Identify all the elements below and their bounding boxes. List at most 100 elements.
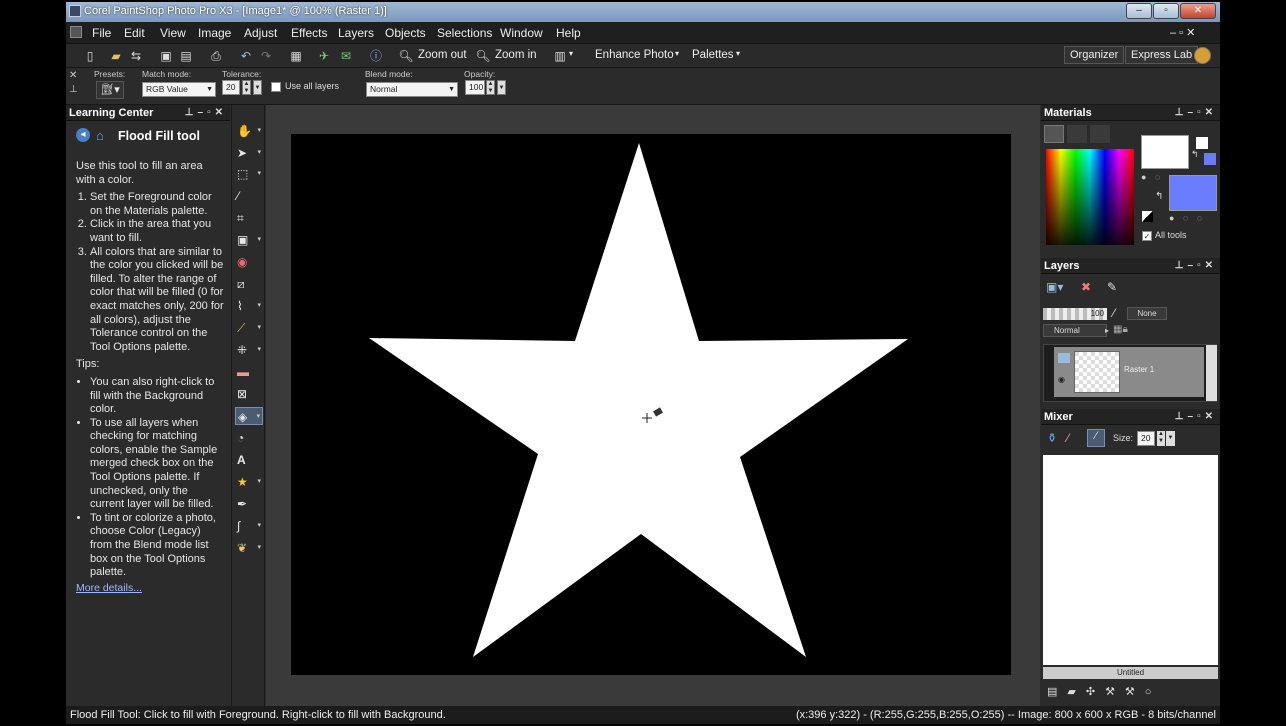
frame-tab-icon[interactable] bbox=[1044, 125, 1064, 143]
warp-brush-icon[interactable]: ∫ ▾ bbox=[235, 517, 263, 535]
menu-objects[interactable]: Objects bbox=[385, 26, 426, 40]
menu-layers[interactable]: Layers bbox=[338, 26, 374, 40]
doc-window-controls[interactable]: – ▫ ✕ bbox=[1170, 26, 1195, 39]
redo-icon[interactable]: ↷ bbox=[258, 48, 274, 64]
mixer-bottom-tools[interactable]: ▤▰✣⚒⚒○ bbox=[1047, 685, 1161, 698]
layer-opacity-input[interactable]: 100 bbox=[1043, 308, 1107, 320]
layer-scrollbar[interactable] bbox=[1206, 345, 1217, 401]
blend-mode-select[interactable]: Normal ▼ bbox=[366, 82, 458, 97]
straighten-tool-icon[interactable]: ▣ ▾ bbox=[235, 231, 263, 249]
eraser-tool-icon[interactable]: ▬ bbox=[235, 363, 263, 381]
smiley-icon[interactable] bbox=[1194, 47, 1211, 64]
paint-brush-tool-icon[interactable]: ⟋ ▾ bbox=[235, 319, 263, 337]
blend-none-select[interactable]: None bbox=[1127, 307, 1167, 320]
menu-adjust[interactable]: Adjust bbox=[244, 26, 277, 40]
opacity-spinner[interactable]: ▲ ▼ bbox=[486, 80, 495, 95]
share-icon[interactable]: ✈ bbox=[316, 48, 332, 64]
layers-controls[interactable]: ⊥–▫✕ bbox=[1175, 260, 1217, 271]
size-input[interactable]: 20 bbox=[1137, 431, 1155, 446]
pin-icon[interactable]: ⊥ bbox=[69, 84, 78, 95]
crop-tool-icon[interactable]: ⌗ bbox=[235, 209, 263, 227]
menu-window[interactable]: Window bbox=[500, 26, 543, 40]
color-changer-icon[interactable]: ◔ bbox=[235, 429, 263, 447]
image-canvas[interactable] bbox=[291, 134, 1011, 675]
enhance-photo-menu[interactable]: Enhance Photo bbox=[595, 49, 674, 61]
all-tools-checkbox[interactable]: ✓ bbox=[1142, 231, 1152, 241]
mixer-controls[interactable]: ⊥–▫✕ bbox=[1175, 411, 1217, 422]
menu-selections[interactable]: Selections bbox=[437, 26, 492, 40]
info-icon[interactable]: ⓘ bbox=[368, 48, 384, 64]
background-eraser-icon[interactable]: ⊠ bbox=[235, 385, 263, 403]
menu-help[interactable]: Help bbox=[556, 26, 581, 40]
makeover-tool-icon[interactable]: ⧄ bbox=[235, 275, 263, 293]
pick-tool-icon[interactable]: ➤ ▾ bbox=[235, 144, 263, 162]
minimize-button[interactable]: – bbox=[1126, 3, 1152, 19]
browse-icon[interactable]: ⇆ bbox=[128, 48, 144, 64]
mixer-paint-icon[interactable]: ⚱ bbox=[1047, 431, 1057, 445]
materials-controls[interactable]: ⊥–▫✕ bbox=[1175, 107, 1217, 118]
use-all-layers-checkbox[interactable] bbox=[271, 82, 281, 92]
close-button[interactable]: ✕ bbox=[1180, 3, 1216, 19]
delete-layer-icon[interactable]: ✖ bbox=[1081, 280, 1091, 294]
zoom-in-button[interactable]: Zoom in bbox=[495, 49, 537, 61]
organizer-button[interactable]: Organizer bbox=[1064, 46, 1125, 64]
open-icon[interactable]: ▰ bbox=[108, 48, 124, 64]
lock-icon[interactable]: ▦🔒︎ bbox=[1113, 324, 1128, 335]
opacity-dropdown[interactable]: ▼ bbox=[497, 80, 506, 95]
zoom-out-button[interactable]: Zoom out bbox=[418, 49, 467, 61]
doc-icon[interactable] bbox=[70, 26, 82, 38]
new-layer-icon[interactable]: ▣▾ bbox=[1046, 280, 1063, 294]
opacity-input[interactable]: 100 bbox=[465, 80, 485, 95]
tolerance-spinner[interactable]: ▲ ▼ bbox=[242, 80, 251, 95]
mixer-canvas[interactable] bbox=[1043, 455, 1218, 665]
rainbow-tab-icon[interactable] bbox=[1067, 125, 1087, 143]
dodge-tool-icon[interactable]: ⁜ ▾ bbox=[235, 341, 263, 359]
more-details-link[interactable]: More details... bbox=[76, 582, 142, 594]
swap-colors-icon[interactable]: ↰ bbox=[1155, 191, 1163, 202]
tolerance-input[interactable]: 20 bbox=[222, 80, 240, 95]
print-icon[interactable]: ⎙ bbox=[208, 48, 224, 64]
undo-icon[interactable]: ↶ bbox=[238, 48, 254, 64]
menu-edit[interactable]: Edit bbox=[124, 26, 145, 40]
panel-controls[interactable]: ⊥–▫✕ bbox=[185, 107, 227, 118]
text-tool-icon[interactable]: A bbox=[235, 451, 263, 469]
preset-shape-tool-icon[interactable]: ★ ▾ bbox=[235, 473, 263, 491]
new-icon[interactable]: ▯ bbox=[82, 48, 98, 64]
menu-effects[interactable]: Effects bbox=[291, 26, 327, 40]
dropper-tool-icon[interactable]: ⁄ bbox=[235, 187, 263, 205]
size-dropdown[interactable]: ▼ bbox=[1166, 431, 1175, 446]
close-options-icon[interactable]: ✕ bbox=[69, 70, 77, 81]
menu-file[interactable]: File bbox=[92, 26, 111, 40]
home-icon[interactable]: ⌂ bbox=[96, 128, 104, 143]
clone-tool-icon[interactable]: ⌇ ▾ bbox=[235, 297, 263, 315]
red-eye-tool-icon[interactable]: ◉ bbox=[235, 253, 263, 271]
bg-style-icons[interactable]: ● ◌ ◌ bbox=[1169, 213, 1205, 223]
selection-tool-icon[interactable]: ⬚ ▾ bbox=[235, 165, 263, 183]
layer-properties-icon[interactable]: ✎ bbox=[1107, 280, 1117, 294]
visibility-icon[interactable]: ◉ bbox=[1058, 375, 1070, 384]
swap-icon[interactable]: ↰ bbox=[1191, 149, 1199, 160]
pan-tool-icon[interactable]: ✋ ▾ bbox=[235, 122, 263, 140]
maximize-button[interactable]: ▫ bbox=[1153, 3, 1179, 19]
color-spectrum[interactable] bbox=[1046, 149, 1134, 245]
pages-icon[interactable]: ▥ bbox=[552, 48, 568, 64]
tolerance-dropdown[interactable]: ▼ bbox=[253, 80, 262, 95]
back-icon[interactable]: ◂ bbox=[76, 128, 90, 142]
fg-small-swatch[interactable] bbox=[1196, 137, 1208, 149]
zoom-out-icon[interactable]: 🔍︎ bbox=[398, 48, 414, 64]
save-icon[interactable]: ▣ bbox=[158, 48, 174, 64]
foreground-swatch[interactable] bbox=[1141, 135, 1189, 169]
background-swatch[interactable] bbox=[1169, 175, 1217, 211]
express-lab-button[interactable]: Express Lab bbox=[1125, 46, 1199, 64]
camera-icon[interactable]: ▦ bbox=[288, 48, 304, 64]
mixer-knife-icon[interactable]: ⁄ bbox=[1067, 431, 1069, 445]
mixer-dropper-icon[interactable]: ⁄ bbox=[1087, 429, 1105, 447]
pen-tool-icon[interactable]: ✒ bbox=[235, 495, 263, 513]
menu-view[interactable]: View bbox=[160, 26, 186, 40]
zoom-in-icon[interactable]: 🔍︎ bbox=[475, 48, 491, 64]
size-spinner[interactable]: ▲ ▼ bbox=[1157, 431, 1165, 446]
reset-colors-icon[interactable] bbox=[1142, 211, 1153, 222]
swatches-tab-icon[interactable] bbox=[1090, 125, 1110, 143]
presets-dropdown[interactable]: ⛽︎▾ bbox=[96, 81, 124, 99]
email-icon[interactable]: ✉ bbox=[338, 48, 354, 64]
